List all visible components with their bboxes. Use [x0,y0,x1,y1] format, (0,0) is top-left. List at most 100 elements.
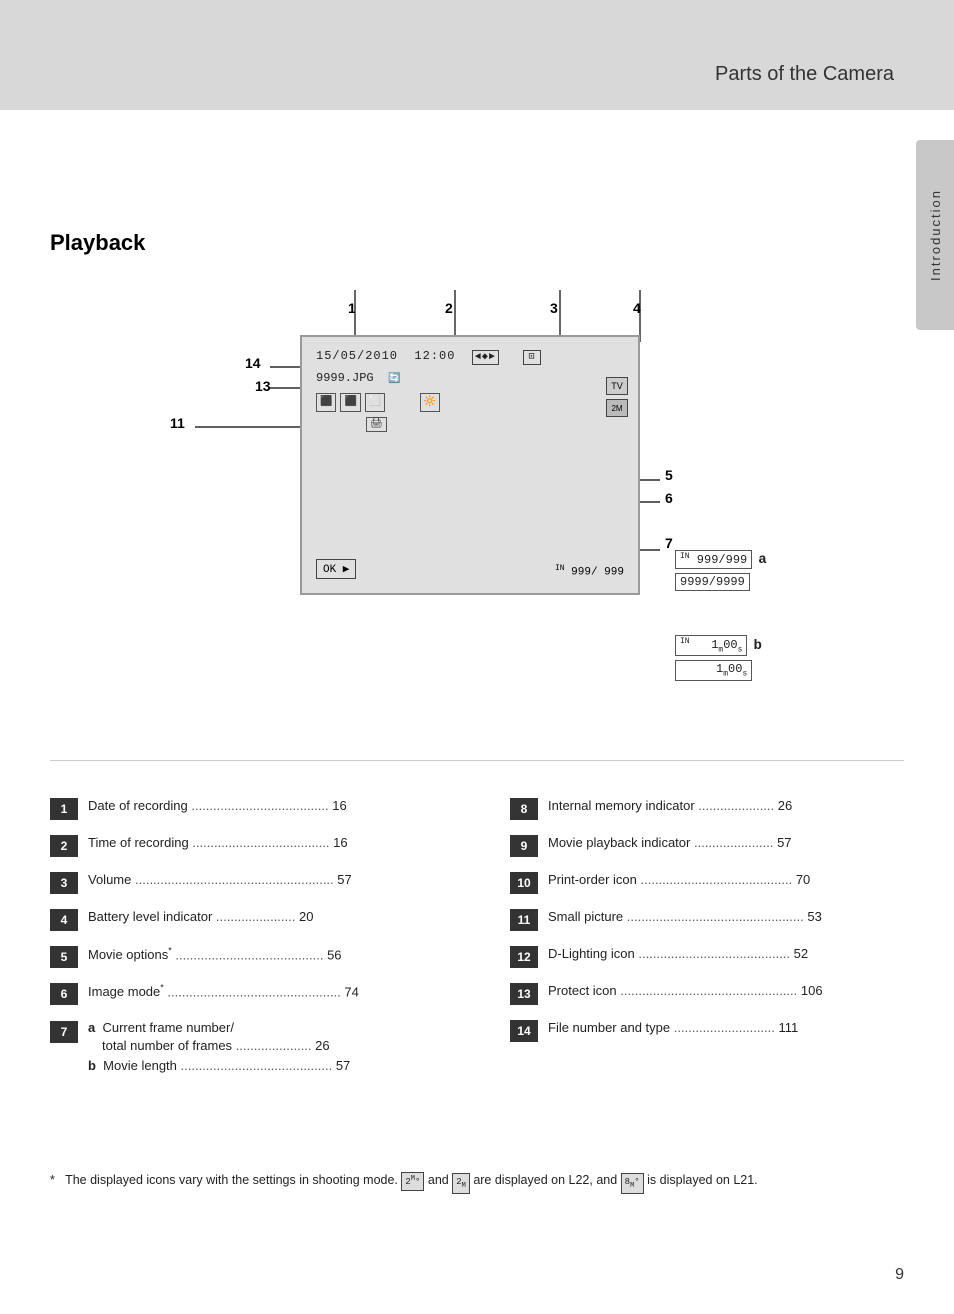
item-dots-2: ...................................... [192,835,333,850]
screen-right-icons: TV 2M [606,377,628,417]
top-bar [0,0,954,110]
item-page-3: 57 [337,872,351,887]
list-item: 11 Small picture .......................… [510,901,910,938]
screen-print-icon: 🖨 [366,416,624,433]
list-item: 10 Print-order icon ....................… [510,864,910,901]
item-label-9: Movie playback indicator [548,835,690,850]
info-box-a: IN 999/999 a 9999/9999 [675,550,767,591]
item-label-1: Date of recording [88,798,188,813]
list-item: 5 Movie options* .......................… [50,938,480,975]
item-dots-4: ...................... [216,909,299,924]
items-list: 1 Date of recording ....................… [50,790,910,1083]
section-title: Playback [50,230,145,256]
footnote-suffix: are displayed on L22, and [473,1173,620,1187]
ok-box: OK ▶ [316,559,356,579]
print-icon: 🖨 [366,417,387,432]
item-dots-14: ............................ [674,1020,779,1035]
item-label-6: Image mode* [88,984,164,999]
item-page-4: 20 [299,909,313,924]
item-label-2: Time of recording [88,835,189,850]
item-text-14: File number and type ...................… [548,1019,910,1037]
footnote-icon1: 2M° [401,1172,424,1191]
item-text-10: Print-order icon .......................… [548,871,910,889]
item-page-6: 74 [344,984,358,999]
item-dots-5: ........................................… [175,947,327,962]
item-label-3: Volume [88,872,131,887]
list-item-7: 7 a Current frame number/ total number o… [50,1012,480,1083]
item-dots-1: ...................................... [191,798,332,813]
item-page-7b: 57 [336,1058,350,1073]
callout-13: 13 [255,378,271,394]
item-page-14: 111 [779,1020,799,1035]
callout-11: 11 [170,415,185,431]
item-label-4: Battery level indicator [88,909,212,924]
item-text-12: D-Lighting icon ........................… [548,945,910,963]
item-label-12: D-Lighting icon [548,946,635,961]
info-b-bracket2: 1m00s [675,660,752,680]
callout-1: 1 [348,300,356,316]
item-label-8: Internal memory indicator [548,798,695,813]
item-label-13: Protect icon [548,983,617,998]
dlighting-icon: 🔆 [420,393,440,412]
item-page-7a: 26 [315,1038,329,1053]
item-num-5: 5 [50,946,78,968]
item-dots-12: ........................................… [638,946,793,961]
item-text-3: Volume .................................… [88,871,480,889]
item-num-9: 9 [510,835,538,857]
item-text-2: Time of recording ......................… [88,834,480,852]
screen-bottom-left: OK ▶ [316,559,356,579]
footnote: * The displayed icons vary with the sett… [50,1170,899,1194]
screen-filename: 9999.JPG 🔄 [316,369,624,387]
callout-2: 2 [445,300,453,316]
item-dots-9: ...................... [694,835,777,850]
info-b-bracket1: IN 1m00s [675,635,747,656]
item-page-10: 70 [796,872,810,887]
item-text-7: a Current frame number/ total number of … [88,1019,480,1076]
item-page-11: 53 [807,909,821,924]
item-7a: a Current frame number/ [88,1019,480,1037]
small-pic-icon3: ⬜ [365,393,385,412]
list-item: 8 Internal memory indicator ............… [510,790,910,827]
item-text-8: Internal memory indicator ..............… [548,797,910,815]
callout-7: 7 [665,535,673,551]
small-pic-icon: ⬛ [316,393,336,412]
item-num-13: 13 [510,983,538,1005]
item-num-2: 2 [50,835,78,857]
battery-icon: ⊡ [523,350,540,365]
tv-icon: TV [606,377,628,395]
item-dots-13: ........................................… [620,983,801,998]
small-pic-icon2: ⬛ [340,393,360,412]
list-item: 6 Image mode* ..........................… [50,975,480,1012]
right-column: 8 Internal memory indicator ............… [480,790,910,1083]
list-item: 12 D-Lighting icon .....................… [510,938,910,975]
footnote-icon3: 8M° [621,1173,644,1194]
screen-frame-small: IN 999/ 999 [555,564,624,579]
list-item: 1 Date of recording ....................… [50,790,480,827]
page-title: Parts of the Camera [715,63,894,86]
camera-screen: 15/05/2010 12:00 ◄◆► ⊡ 9999.JPG 🔄 ⬛ ⬛ ⬜ … [300,335,640,595]
item-label-5: Movie options* [88,947,172,962]
list-item: 14 File number and type ................… [510,1012,910,1049]
item-text-11: Small picture ..........................… [548,908,910,926]
item-dots-3: ........................................… [135,872,337,887]
item-page-2: 16 [333,835,347,850]
page-number: 9 [895,1266,904,1284]
item-num-10: 10 [510,872,538,894]
page: Parts of the Camera Introduction Playbac… [0,0,954,1314]
screen-left-icons: ⬛ ⬛ ⬜ 🔆 [316,393,624,412]
left-column: 1 Date of recording ....................… [50,790,480,1083]
item-dots-11: ........................................… [627,909,808,924]
callout-6: 6 [665,490,673,506]
item-page-13: 106 [801,983,823,998]
screen-datetime: 15/05/2010 12:00 ◄◆► ⊡ [316,347,624,365]
img-icon: 2M [606,399,628,417]
callout-14: 14 [245,355,261,371]
mode-icons: ◄◆► [472,350,499,365]
item-num-6: 6 [50,983,78,1005]
list-item: 2 Time of recording ....................… [50,827,480,864]
item-num-11: 11 [510,909,538,931]
items-grid: 1 Date of recording ....................… [50,790,910,1083]
info-b-line1: IN 1m00s b [675,635,762,656]
list-item: 9 Movie playback indicator .............… [510,827,910,864]
item-text-1: Date of recording ......................… [88,797,480,815]
